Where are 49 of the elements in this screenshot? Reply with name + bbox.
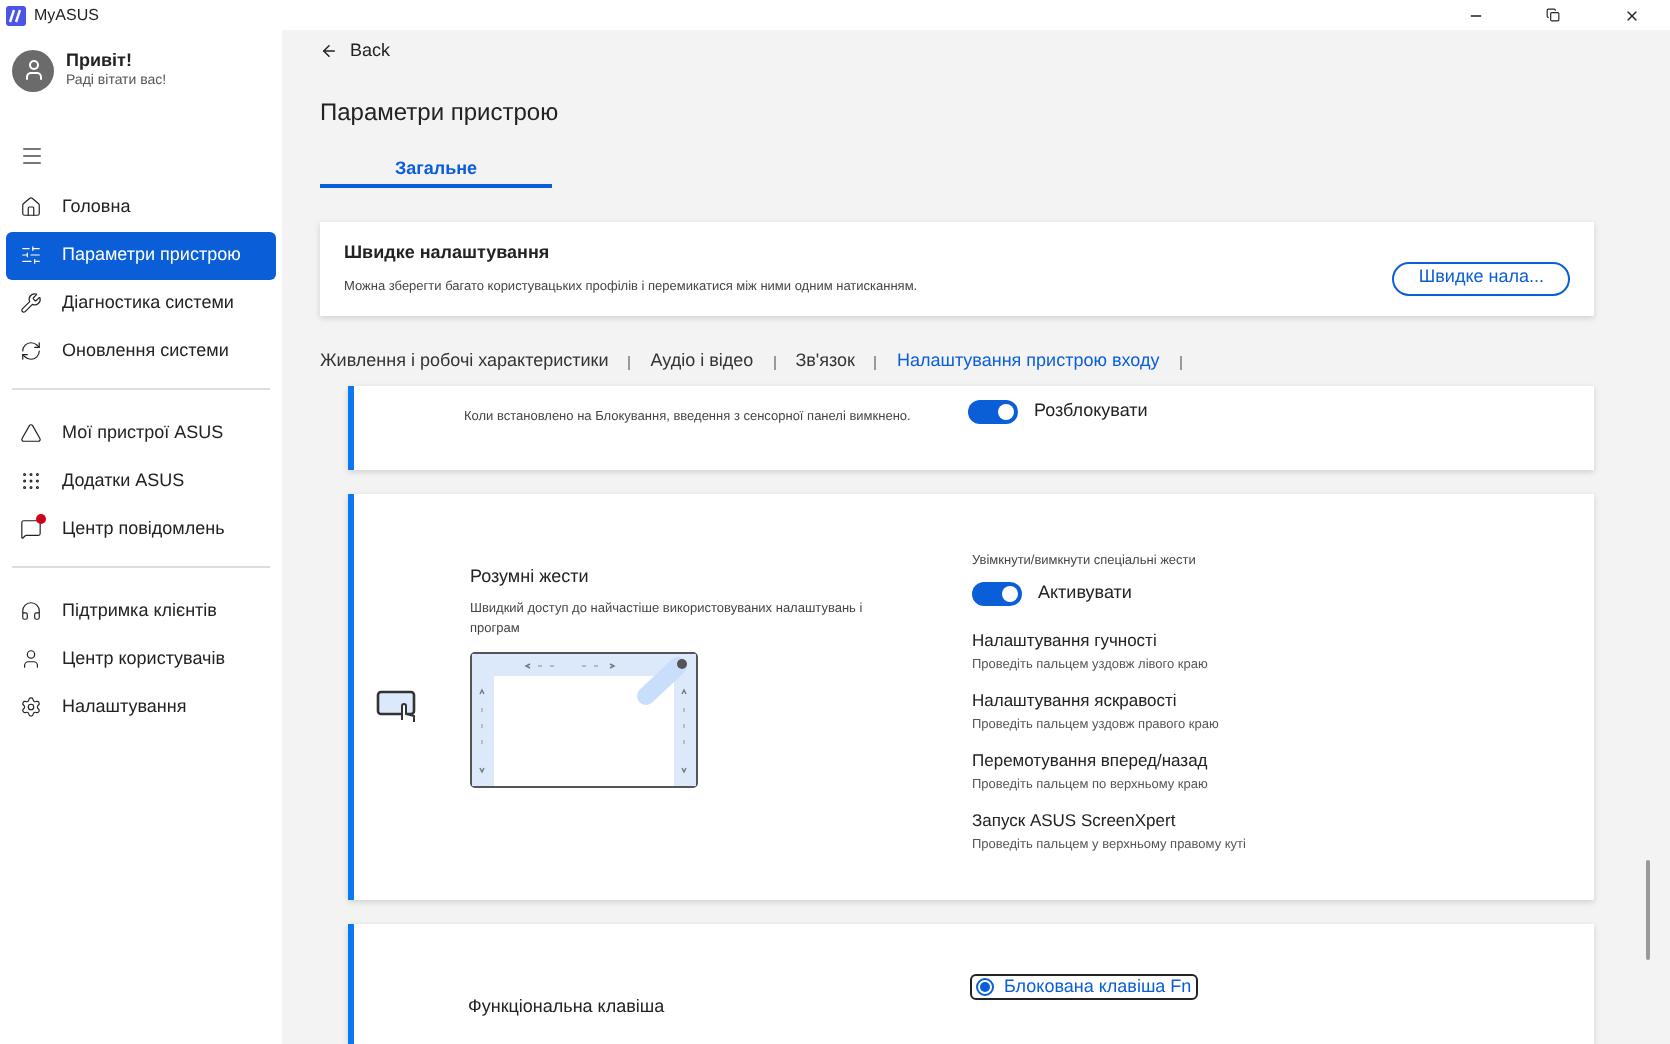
sidebar-item[interactable]: Центр користувачів [12,635,270,683]
sidebar-icon [20,696,42,718]
sidebar-icon [20,196,42,218]
radio-option[interactable]: Блокована клавіша Fn [970,974,1198,1000]
sidebar-item[interactable]: Додатки ASUS [12,457,270,505]
menu-icon[interactable] [20,145,44,165]
category-tab[interactable]: Аудіо і відео [650,348,754,376]
toggle-label: Розблокувати [1034,398,1148,424]
sidebar-icon [20,244,42,266]
sidebar-item[interactable]: Налаштування [12,683,270,731]
close-icon [1623,7,1639,23]
category-tab[interactable]: Зв'язок [795,348,855,376]
greeting-text: Привіт! [66,48,134,72]
toggle-label: Активувати [1038,579,1132,606]
scrollbar-thumb [1646,860,1650,960]
back-button[interactable]: Back [320,38,391,66]
sidebar-item[interactable]: Параметри пристрою [6,231,276,279]
sidebar-icon [20,422,42,444]
sidebar-icon [20,340,42,362]
sidebar-item[interactable]: Підтримка клієнтів [12,587,270,635]
gesture-title: Перемотування вперед/назад [972,749,1210,772]
restore-icon [1546,8,1560,22]
page-title: Параметри пристрою [320,95,561,128]
sidebar-item[interactable]: Мої пристрої ASUS [12,409,270,457]
card-title: Функціональна клавіша [468,994,667,1020]
category-tab[interactable]: Живлення і робочі характеристики [320,348,609,376]
sidebar-item[interactable]: Центр повідомлень [12,505,270,553]
quick-settings-button[interactable]: Швидке нала... [1392,261,1570,296]
gesture-title: Налаштування яскравості [972,690,1179,712]
category-tab[interactable]: Налаштування пристрою входу [896,348,1160,376]
gesture-title: Запуск ASUS ScreenXpert [972,809,1178,831]
sidebar-icon [20,648,42,670]
sidebar-icon [20,470,42,492]
sidebar-icon [20,600,42,622]
card-title: Швидке налаштування [344,240,552,267]
sidebar-item[interactable]: Оновлення системи [6,327,276,375]
window-title: MyASUS [34,3,99,27]
tab[interactable]: Загальне [320,155,552,188]
sidebar-item[interactable]: Головна [6,183,276,231]
sidebar-icon [20,292,42,314]
toggle-switch[interactable] [972,581,1022,605]
app-logo-icon [6,5,26,25]
back-arrow-icon [320,42,338,61]
avatar-icon [12,49,54,92]
card-title: Розумні жести [470,564,591,590]
toggle-switch[interactable] [968,399,1018,424]
sidebar-item[interactable]: Діагностика системи [6,279,276,327]
tablet-touch-icon [376,688,420,724]
gesture-title: Налаштування гучності [972,630,1159,653]
